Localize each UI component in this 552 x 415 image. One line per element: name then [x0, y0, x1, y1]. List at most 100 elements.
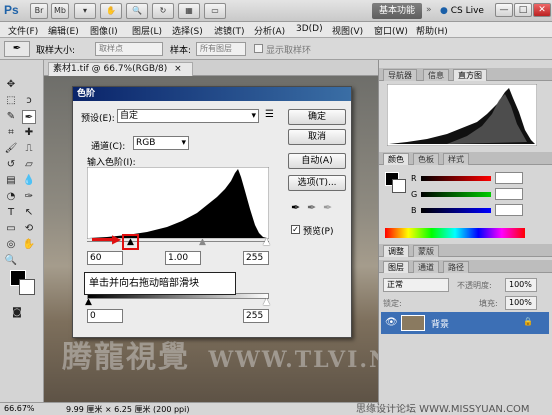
gradient-tool-icon[interactable]: ▤ — [4, 174, 18, 188]
green-slider[interactable] — [421, 192, 491, 197]
eyedropper-tool-icon[interactable]: ✒ — [22, 110, 36, 124]
channel-select[interactable]: RGB ▾ — [133, 136, 189, 150]
menu-filter[interactable]: 滤镜(T) — [214, 24, 245, 37]
auto-button[interactable]: 自动(A) — [288, 153, 346, 169]
screen-mode-button[interactable]: ▭ — [204, 3, 226, 19]
tab-channels[interactable]: 通道 — [413, 261, 439, 273]
blend-mode-select[interactable]: 正常 — [383, 278, 449, 292]
workspace-arrow-icon[interactable]: » — [426, 5, 432, 15]
ok-button[interactable]: 确定 — [288, 109, 346, 125]
input-gamma-slider-icon[interactable]: ▲ — [199, 237, 206, 247]
layer-visibility-eye-icon[interactable]: 👁 — [385, 317, 398, 328]
menu-view[interactable]: 视图(V) — [332, 24, 363, 37]
input-white-field[interactable]: 255 — [243, 251, 269, 265]
cs-live-button[interactable]: ● CS Live — [440, 3, 492, 19]
shape-tool-icon[interactable]: ▭ — [4, 222, 18, 236]
healing-brush-icon[interactable]: ✚ — [22, 126, 36, 140]
zoom-tool-button[interactable]: 🔍 — [126, 3, 148, 19]
tab-masks[interactable]: 蒙版 — [413, 245, 439, 257]
tab-histogram[interactable]: 直方图 — [453, 69, 487, 81]
input-black-field[interactable]: 60 — [87, 251, 123, 265]
hand-tool-icon[interactable]: ✋ — [22, 238, 36, 252]
zoom-level-button[interactable]: ▾ — [74, 3, 96, 19]
hand-tool-button[interactable]: ✋ — [100, 3, 122, 19]
tab-navigator[interactable]: 导航器 — [383, 69, 417, 81]
workspace-switcher[interactable]: 基本功能 — [372, 3, 422, 19]
crop-tool-icon[interactable]: ⌗ — [4, 126, 18, 140]
marquee-tool-icon[interactable]: ⬚ — [4, 94, 18, 108]
document-tab[interactable]: 素材1.tif @ 66.7%(RGB/8) × — [48, 62, 193, 76]
preview-checkbox[interactable]: ✓ — [291, 225, 300, 234]
show-ring-checkbox[interactable] — [254, 44, 263, 53]
menu-file[interactable]: 文件(F) — [8, 24, 38, 37]
zoom-tool-icon[interactable]: 🔍 — [4, 254, 18, 268]
output-white-field[interactable]: 255 — [243, 309, 269, 323]
menu-window[interactable]: 窗口(W) — [374, 24, 408, 37]
layer-row-background[interactable]: 👁 背景 🔒 — [381, 312, 549, 334]
black-point-eyedropper-icon[interactable]: ✒ — [291, 201, 300, 214]
red-value-field[interactable] — [495, 172, 523, 184]
quick-select-icon[interactable]: ✎ — [4, 110, 18, 124]
lasso-tool-icon[interactable]: ↄ — [22, 94, 36, 108]
eraser-tool-icon[interactable]: ▱ — [22, 158, 36, 172]
white-point-eyedropper-icon[interactable]: ✒ — [323, 201, 332, 214]
menu-help[interactable]: 帮助(H) — [416, 24, 448, 37]
move-tool-icon[interactable]: ✥ — [4, 78, 18, 92]
tab-info[interactable]: 信息 — [423, 69, 449, 81]
output-black-field[interactable]: 0 — [87, 309, 123, 323]
preset-select[interactable]: 自定 ▾ — [117, 109, 259, 123]
quick-mask-icon[interactable]: ◙ — [10, 306, 24, 320]
minimize-button[interactable]: — — [495, 3, 513, 17]
blue-value-field[interactable] — [495, 204, 523, 216]
brush-tool-icon[interactable]: 🖌 — [4, 142, 18, 156]
green-value-field[interactable] — [495, 188, 523, 200]
close-button[interactable]: ✕ — [533, 3, 551, 17]
dodge-tool-icon[interactable]: ◔ — [4, 190, 18, 204]
menu-3d[interactable]: 3D(D) — [296, 24, 323, 34]
output-black-slider-icon[interactable]: ▲ — [85, 297, 92, 307]
tab-styles[interactable]: 样式 — [443, 153, 469, 165]
gray-point-eyedropper-icon[interactable]: ✒ — [307, 201, 316, 214]
zoom-readout[interactable]: 66.67% — [4, 404, 35, 413]
opacity-field[interactable]: 100% — [505, 278, 537, 292]
maximize-button[interactable]: □ — [514, 3, 532, 17]
pen-tool-icon[interactable]: ✑ — [22, 190, 36, 204]
tab-adjustments[interactable]: 调整 — [383, 245, 409, 257]
tab-layers[interactable]: 图层 — [383, 261, 409, 273]
sample-select[interactable]: 所有图层 — [196, 42, 246, 56]
blur-tool-icon[interactable]: 💧 — [22, 174, 36, 188]
3d-camera-icon[interactable]: ◎ — [4, 238, 18, 252]
tab-paths[interactable]: 路径 — [443, 261, 469, 273]
eyedropper-preset-picker[interactable]: ✒ — [4, 41, 30, 57]
minibridge-button[interactable]: Mb — [51, 3, 69, 19]
red-slider[interactable] — [421, 176, 491, 181]
output-white-slider-icon[interactable]: ▲ — [263, 297, 270, 307]
arrange-docs-button[interactable]: ▦ — [178, 3, 200, 19]
menu-analysis[interactable]: 分析(A) — [254, 24, 285, 37]
sample-size-select[interactable]: 取样点 — [95, 42, 163, 56]
menu-image[interactable]: 图像(I) — [90, 24, 118, 37]
background-color-swatch[interactable] — [19, 279, 35, 295]
panel-bg-swatch[interactable] — [392, 179, 406, 193]
type-tool-icon[interactable]: T — [4, 206, 18, 220]
menu-edit[interactable]: 编辑(E) — [48, 24, 79, 37]
cancel-button[interactable]: 取消 — [288, 129, 346, 145]
options-button[interactable]: 选项(T)... — [288, 175, 346, 191]
bridge-button[interactable]: Br — [30, 3, 48, 19]
blue-slider[interactable] — [421, 208, 491, 213]
clone-stamp-icon[interactable]: ⎍ — [22, 142, 36, 156]
history-brush-icon[interactable]: ↺ — [4, 158, 18, 172]
path-select-icon[interactable]: ↖ — [22, 206, 36, 220]
preset-options-icon[interactable]: ☰ — [265, 109, 274, 120]
input-white-slider-icon[interactable]: ▲ — [263, 237, 270, 247]
tab-color[interactable]: 颜色 — [383, 153, 409, 165]
document-close-icon[interactable]: × — [174, 64, 182, 74]
input-gamma-field[interactable]: 1.00 — [165, 251, 201, 265]
fill-field[interactable]: 100% — [505, 296, 537, 310]
color-spectrum-bar[interactable] — [385, 228, 525, 238]
menu-select[interactable]: 选择(S) — [172, 24, 203, 37]
tab-swatches[interactable]: 色板 — [413, 153, 439, 165]
rotate-view-button[interactable]: ↻ — [152, 3, 174, 19]
3d-rotate-icon[interactable]: ⟲ — [22, 222, 36, 236]
menu-layer[interactable]: 图层(L) — [132, 24, 162, 37]
